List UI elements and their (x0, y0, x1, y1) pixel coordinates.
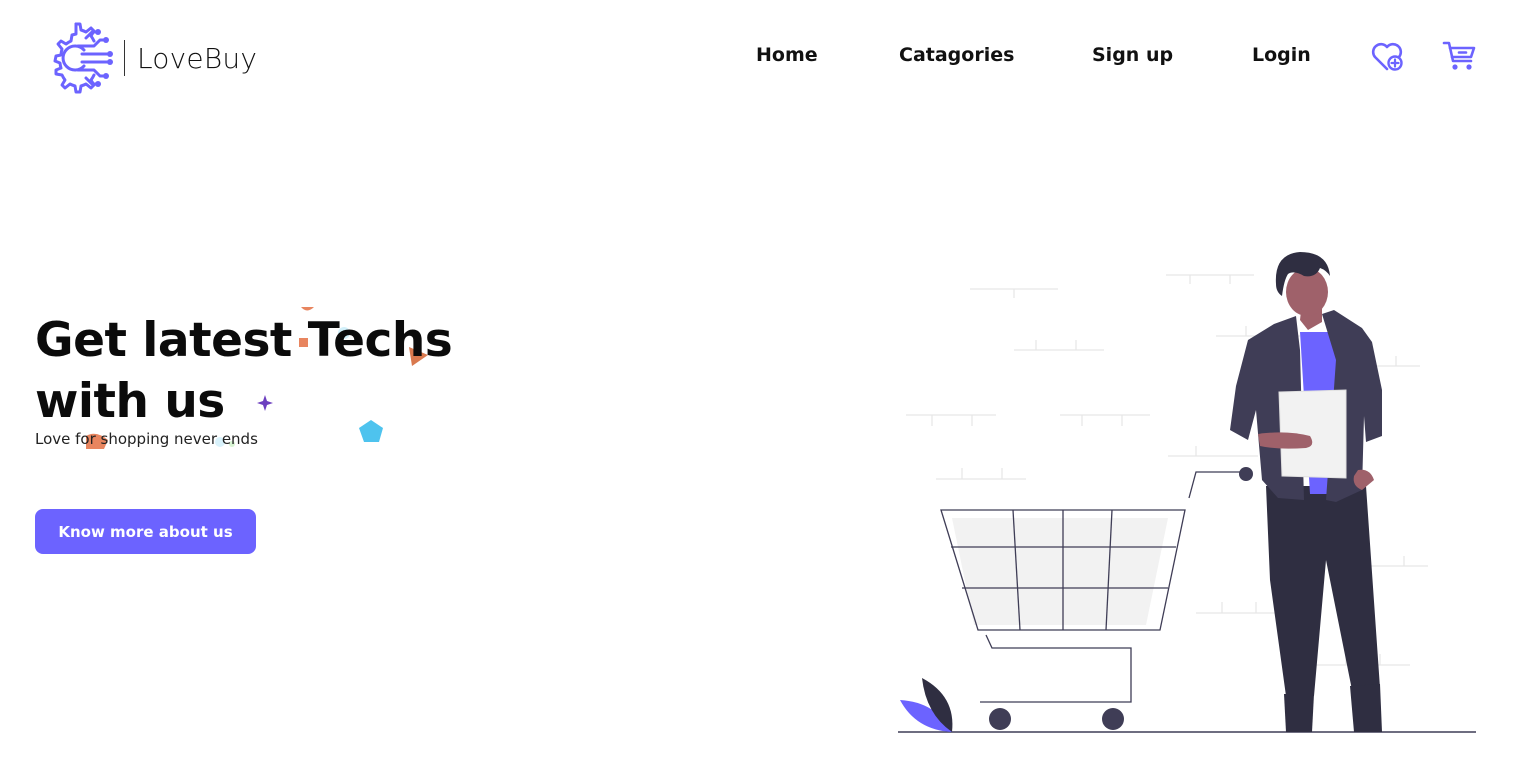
hero-subtitle: Love for shopping never ends (35, 430, 258, 448)
cart-basket-fill (952, 518, 1168, 625)
heart-plus-icon[interactable] (1369, 38, 1405, 74)
shopping-cart-icon[interactable] (1441, 38, 1477, 74)
cart-handle-knob (1239, 467, 1253, 481)
brand-name: LoveBuy (137, 41, 258, 75)
nav-login-link[interactable]: Login (1252, 44, 1311, 66)
man-hand (1258, 432, 1313, 449)
nav-signup-link[interactable]: Sign up (1092, 44, 1173, 66)
brand[interactable]: LoveBuy (34, 16, 257, 100)
nav-categories-link[interactable]: Catagories (899, 44, 1014, 66)
man-shoe (1284, 694, 1314, 732)
know-more-button[interactable]: Know more about us (35, 509, 256, 554)
nav-home-link[interactable]: Home (756, 44, 818, 66)
cart-wheel (989, 708, 1011, 730)
circuit-gear-logo-icon (53, 22, 113, 94)
hero-title: Get latest Techs with us (35, 313, 453, 429)
brand-divider (124, 40, 125, 76)
man-shoe (1350, 684, 1382, 732)
man-with-shopping-cart-illustration (898, 252, 1476, 733)
cart-wheel (1102, 708, 1124, 730)
